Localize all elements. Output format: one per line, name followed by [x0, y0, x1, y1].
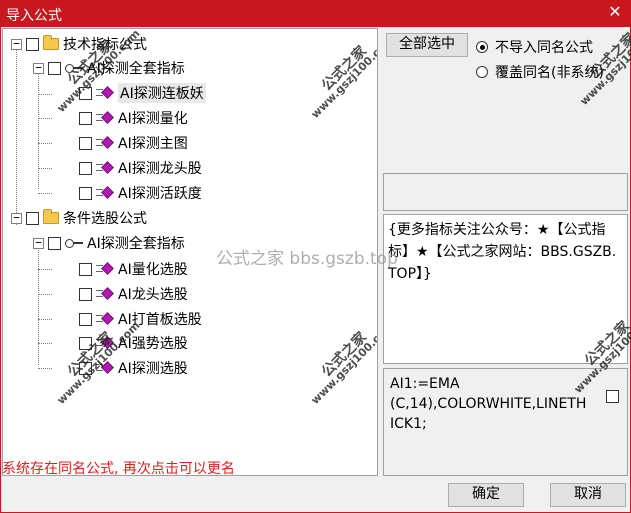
checkbox[interactable] — [79, 312, 92, 326]
watermark-stamp: 公式之家 www.gszj100.com — [308, 318, 378, 407]
folder-icon — [43, 209, 59, 224]
radio-dot[interactable] — [476, 41, 488, 53]
folder-icon — [43, 35, 59, 50]
formula-icon — [96, 86, 114, 100]
checkbox[interactable] — [79, 262, 92, 276]
code-checkbox[interactable] — [606, 390, 619, 403]
key-icon — [65, 238, 83, 248]
formula-icon — [96, 111, 114, 125]
window-title: 导入公式 — [6, 8, 62, 24]
radio-dot[interactable] — [476, 66, 488, 78]
collapse-icon[interactable]: − — [33, 237, 44, 249]
tree-item-label: AI探测连板妖 — [118, 83, 206, 103]
tree-item-label: AI探测主图 — [118, 136, 188, 152]
checkbox[interactable] — [48, 236, 61, 250]
tree-item[interactable]: AI探测龙头股 — [79, 157, 202, 179]
checkbox[interactable] — [79, 161, 92, 175]
formula-icon — [96, 287, 114, 301]
tree-item[interactable]: AI探测活跃度 — [79, 182, 202, 204]
tree-group-screening[interactable]: − 条件选股公式 — [11, 207, 147, 229]
collapse-icon[interactable]: − — [11, 212, 22, 224]
checkbox[interactable] — [79, 136, 92, 150]
watermark-stamp: 公式之家 www.gszj100.com — [308, 32, 378, 121]
tree-item-label: AI探测龙头股 — [118, 161, 202, 177]
tree-item-label: AI量化选股 — [118, 262, 188, 278]
code-text: AI1:=EMA (C,14),COLORWHITE,LINETHICK1; — [390, 376, 587, 432]
formula-icon — [96, 186, 114, 200]
collapse-icon[interactable]: − — [33, 62, 44, 74]
tree-item[interactable]: AI量化选股 — [79, 258, 188, 280]
status-message: 系统存在同名公式, 再次点击可以更名 — [2, 461, 235, 477]
checkbox[interactable] — [79, 186, 92, 200]
tree-item-label: AI探测量化 — [118, 111, 188, 127]
cancel-button[interactable]: 取消 — [550, 483, 626, 507]
radio-label: 不导入同名公式 — [495, 40, 593, 56]
watermark-text: 公式之家 bbs.gszb.top — [216, 249, 398, 269]
tree-node-ai-suite[interactable]: − AI探测全套指标 — [33, 232, 185, 254]
collapse-icon[interactable]: − — [11, 38, 22, 50]
tree-group-label: 条件选股公式 — [63, 211, 147, 227]
title-bar: 导入公式 ✕ — [0, 0, 631, 27]
tree-item-label: AI探测活跃度 — [118, 186, 202, 202]
checkbox[interactable] — [26, 211, 39, 225]
checkbox[interactable] — [79, 287, 92, 301]
radio-no-import[interactable]: 不导入同名公式 — [476, 37, 593, 57]
checkbox[interactable] — [26, 37, 39, 51]
description-text: {更多指标关注公众号：★【公式指标】★【公式之家网站：BBS.GSZB.TOP】… — [388, 222, 617, 282]
checkbox[interactable] — [48, 61, 61, 75]
ok-button[interactable]: 确定 — [448, 483, 524, 507]
description-box[interactable]: {更多指标关注公众号：★【公式指标】★【公式之家网站：BBS.GSZB.TOP】… — [383, 214, 628, 364]
close-icon[interactable]: ✕ — [605, 2, 625, 22]
tree-item-label: AI龙头选股 — [118, 287, 188, 303]
blank-info-box — [383, 173, 628, 211]
tree-item[interactable]: AI探测量化 — [79, 107, 188, 129]
tree-item-label: AI探测选股 — [118, 361, 188, 377]
tree-item[interactable]: AI龙头选股 — [79, 283, 188, 305]
formula-icon — [96, 262, 114, 276]
tree-item[interactable]: AI探测连板妖 — [79, 82, 206, 104]
checkbox[interactable] — [79, 111, 92, 125]
formula-icon — [96, 136, 114, 150]
select-all-button[interactable]: 全部选中 — [386, 33, 468, 57]
tree-item[interactable]: AI探测主图 — [79, 132, 188, 154]
formula-icon — [96, 161, 114, 175]
tree-node-label: AI探测全套指标 — [87, 236, 185, 252]
